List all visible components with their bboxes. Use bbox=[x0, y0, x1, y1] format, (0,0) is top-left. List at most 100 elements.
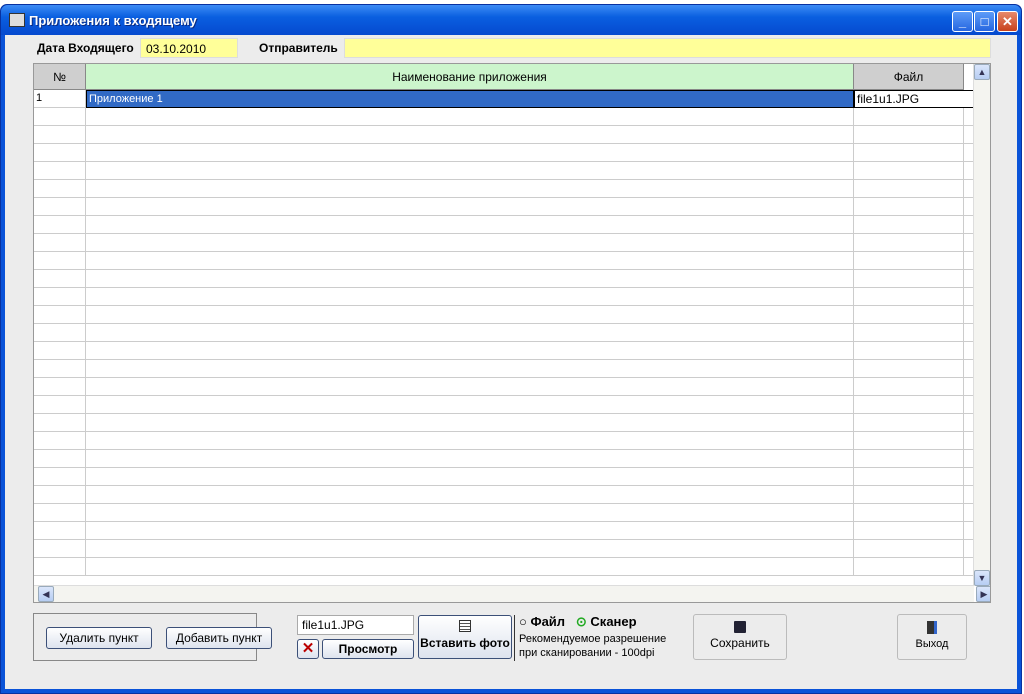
table-cell[interactable] bbox=[34, 198, 86, 216]
column-header-file[interactable]: Файл bbox=[854, 64, 964, 90]
table-cell[interactable] bbox=[34, 144, 86, 162]
table-row[interactable] bbox=[34, 180, 974, 198]
cell-number[interactable]: 1 bbox=[34, 90, 86, 108]
table-cell[interactable] bbox=[86, 252, 854, 270]
table-cell[interactable] bbox=[34, 234, 86, 252]
table-cell[interactable] bbox=[34, 558, 86, 576]
table-cell[interactable] bbox=[854, 414, 964, 432]
table-cell[interactable] bbox=[86, 342, 854, 360]
table-cell[interactable] bbox=[86, 198, 854, 216]
table-cell[interactable] bbox=[34, 504, 86, 522]
table-cell[interactable] bbox=[86, 522, 854, 540]
scroll-up-icon[interactable]: ▲ bbox=[974, 64, 990, 80]
table-cell[interactable] bbox=[34, 306, 86, 324]
table-row[interactable] bbox=[34, 450, 974, 468]
save-button[interactable]: Сохранить bbox=[693, 614, 787, 660]
table-cell[interactable] bbox=[854, 522, 964, 540]
table-cell[interactable] bbox=[854, 396, 964, 414]
table-row[interactable] bbox=[34, 414, 974, 432]
table-cell[interactable] bbox=[86, 396, 854, 414]
table-cell[interactable] bbox=[34, 360, 86, 378]
table-row[interactable] bbox=[34, 558, 974, 576]
table-cell[interactable] bbox=[34, 396, 86, 414]
table-row[interactable]: 1 Приложение 1 file1u1.JPG bbox=[34, 90, 974, 108]
table-cell[interactable] bbox=[34, 126, 86, 144]
table-row[interactable] bbox=[34, 252, 974, 270]
table-cell[interactable] bbox=[86, 126, 854, 144]
table-cell[interactable] bbox=[86, 288, 854, 306]
table-cell[interactable] bbox=[34, 486, 86, 504]
table-cell[interactable] bbox=[854, 342, 964, 360]
table-cell[interactable] bbox=[854, 468, 964, 486]
table-cell[interactable] bbox=[854, 432, 964, 450]
column-header-number[interactable]: № bbox=[34, 64, 86, 90]
add-item-button[interactable]: Добавить пункт bbox=[166, 627, 272, 649]
table-row[interactable] bbox=[34, 540, 974, 558]
table-row[interactable] bbox=[34, 432, 974, 450]
maximize-button[interactable]: □ bbox=[974, 11, 995, 32]
table-cell[interactable] bbox=[34, 252, 86, 270]
table-cell[interactable] bbox=[34, 468, 86, 486]
table-cell[interactable] bbox=[854, 270, 964, 288]
table-cell[interactable] bbox=[34, 288, 86, 306]
delete-item-button[interactable]: Удалить пункт bbox=[46, 627, 152, 649]
insert-photo-button[interactable]: Вставить фото bbox=[418, 615, 512, 659]
table-row[interactable] bbox=[34, 270, 974, 288]
table-row[interactable] bbox=[34, 198, 974, 216]
table-cell[interactable] bbox=[34, 540, 86, 558]
table-cell[interactable] bbox=[86, 360, 854, 378]
horizontal-scrollbar[interactable]: ◀ ▶ bbox=[34, 585, 990, 602]
scroll-down-icon[interactable]: ▼ bbox=[974, 570, 990, 586]
table-cell[interactable] bbox=[86, 306, 854, 324]
table-row[interactable] bbox=[34, 288, 974, 306]
table-cell[interactable] bbox=[86, 108, 854, 126]
table-cell[interactable] bbox=[34, 270, 86, 288]
table-cell[interactable] bbox=[34, 342, 86, 360]
table-cell[interactable] bbox=[34, 378, 86, 396]
table-cell[interactable] bbox=[854, 378, 964, 396]
table-cell[interactable] bbox=[86, 216, 854, 234]
radio-file[interactable]: ○ Файл bbox=[519, 614, 565, 629]
table-cell[interactable] bbox=[854, 558, 964, 576]
table-row[interactable] bbox=[34, 306, 974, 324]
table-cell[interactable] bbox=[86, 162, 854, 180]
table-cell[interactable] bbox=[34, 108, 86, 126]
table-row[interactable] bbox=[34, 504, 974, 522]
table-row[interactable] bbox=[34, 162, 974, 180]
table-cell[interactable] bbox=[86, 324, 854, 342]
scroll-right-icon[interactable]: ▶ bbox=[976, 586, 990, 602]
table-cell[interactable] bbox=[86, 504, 854, 522]
table-cell[interactable] bbox=[854, 234, 964, 252]
table-row[interactable] bbox=[34, 324, 974, 342]
table-row[interactable] bbox=[34, 468, 974, 486]
table-cell[interactable] bbox=[34, 180, 86, 198]
scroll-left-icon[interactable]: ◀ bbox=[38, 586, 54, 602]
exit-button[interactable]: Выход bbox=[897, 614, 967, 660]
table-cell[interactable] bbox=[34, 324, 86, 342]
column-header-name[interactable]: Наименование приложения bbox=[86, 64, 854, 90]
vertical-scrollbar[interactable]: ▲ ▼ bbox=[973, 64, 990, 586]
date-field[interactable]: 03.10.2010 bbox=[140, 38, 238, 58]
close-button[interactable]: ✕ bbox=[997, 11, 1018, 32]
table-cell[interactable] bbox=[86, 432, 854, 450]
table-cell[interactable] bbox=[854, 252, 964, 270]
sender-field[interactable] bbox=[344, 38, 991, 58]
table-row[interactable] bbox=[34, 144, 974, 162]
table-cell[interactable] bbox=[854, 216, 964, 234]
cell-name[interactable]: Приложение 1 bbox=[86, 90, 854, 108]
table-cell[interactable] bbox=[854, 540, 964, 558]
table-cell[interactable] bbox=[34, 162, 86, 180]
table-cell[interactable] bbox=[86, 378, 854, 396]
table-row[interactable] bbox=[34, 360, 974, 378]
minimize-button[interactable]: _ bbox=[952, 11, 973, 32]
table-cell[interactable] bbox=[86, 558, 854, 576]
table-cell[interactable] bbox=[86, 144, 854, 162]
table-cell[interactable] bbox=[854, 126, 964, 144]
table-row[interactable] bbox=[34, 486, 974, 504]
table-cell[interactable] bbox=[34, 414, 86, 432]
table-cell[interactable] bbox=[86, 414, 854, 432]
table-cell[interactable] bbox=[854, 486, 964, 504]
table-row[interactable] bbox=[34, 108, 974, 126]
table-cell[interactable] bbox=[86, 270, 854, 288]
clear-file-button[interactable]: ✕ bbox=[297, 639, 319, 659]
